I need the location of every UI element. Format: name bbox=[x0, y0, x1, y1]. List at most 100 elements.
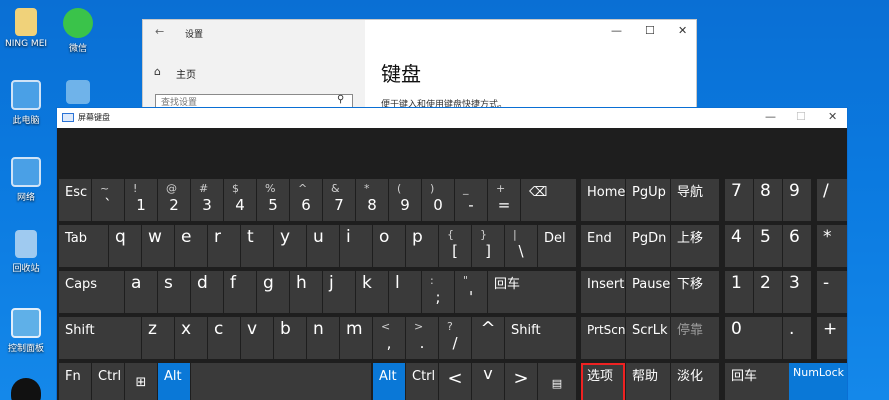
key-2[interactable]: @2 bbox=[158, 179, 190, 221]
search-icon[interactable]: ⚲ bbox=[337, 94, 344, 105]
key-9[interactable]: (9 bbox=[389, 179, 421, 221]
key-o[interactable]: o bbox=[373, 225, 405, 267]
key-5[interactable]: % 5 bbox=[257, 179, 289, 221]
key-4[interactable]: $4 bbox=[224, 179, 256, 221]
key-8[interactable]: * 8 bbox=[356, 179, 388, 221]
settings-minimize-button[interactable]: — bbox=[611, 24, 622, 37]
key-p[interactable]: p bbox=[406, 225, 438, 267]
key-h[interactable]: h bbox=[290, 271, 322, 313]
key-1[interactable]: ! 1 bbox=[125, 179, 157, 221]
key-right-alt[interactable]: Alt bbox=[373, 363, 405, 400]
key-num-add[interactable]: + bbox=[817, 317, 847, 359]
key-fn[interactable]: Fn bbox=[59, 363, 91, 400]
key-s[interactable]: s bbox=[158, 271, 190, 313]
key-right-shift[interactable]: Shift bbox=[505, 317, 576, 359]
home-icon[interactable]: ⌂ bbox=[154, 65, 161, 78]
key-7[interactable]: & 7 bbox=[323, 179, 355, 221]
key-num-subtract[interactable]: - bbox=[817, 271, 847, 313]
desktop-icon-upload[interactable] bbox=[52, 80, 104, 107]
key-menu[interactable]: ▤ bbox=[538, 363, 576, 400]
back-arrow-icon[interactable]: ← bbox=[155, 25, 164, 38]
key-num6[interactable]: 6 bbox=[783, 225, 811, 267]
key-f[interactable]: f bbox=[224, 271, 256, 313]
key-end[interactable]: End bbox=[581, 225, 625, 267]
key-scrlk[interactable]: ScrLk bbox=[626, 317, 670, 359]
key-q[interactable]: q bbox=[109, 225, 141, 267]
key-comma[interactable]: <, bbox=[373, 317, 405, 359]
key-g[interactable]: g bbox=[257, 271, 289, 313]
key-l[interactable]: l bbox=[389, 271, 421, 313]
key-home[interactable]: Home bbox=[581, 179, 625, 221]
key-v[interactable]: v bbox=[241, 317, 273, 359]
key-k[interactable]: k bbox=[356, 271, 388, 313]
key-pause[interactable]: Pause bbox=[626, 271, 670, 313]
key-options[interactable]: 选项 bbox=[581, 363, 625, 400]
key-right-bracket[interactable]: }] bbox=[472, 225, 504, 267]
key-left-ctrl[interactable]: Ctrl bbox=[92, 363, 124, 400]
key-up-arrow[interactable]: ^ bbox=[472, 317, 504, 359]
key-backslash[interactable]: | \ bbox=[505, 225, 537, 267]
key-t[interactable]: t bbox=[241, 225, 273, 267]
key-windows[interactable]: ⊞ bbox=[125, 363, 157, 400]
key-left-arrow[interactable]: < bbox=[439, 363, 471, 400]
key-i[interactable]: i bbox=[340, 225, 372, 267]
key-z[interactable]: z bbox=[142, 317, 174, 359]
key-backspace[interactable]: ⌫ bbox=[521, 179, 576, 221]
key-dock[interactable]: 停靠 bbox=[671, 317, 719, 359]
key-pgdn[interactable]: PgDn bbox=[626, 225, 670, 267]
key-num9[interactable]: 9 bbox=[783, 179, 811, 221]
key-right-arrow[interactable]: > bbox=[505, 363, 537, 400]
key-tab[interactable]: Tab bbox=[59, 225, 108, 267]
key-num2[interactable]: 2 bbox=[754, 271, 782, 313]
osk-maximize-button[interactable]: ☐ bbox=[796, 110, 806, 123]
key-0[interactable]: ) 0 bbox=[422, 179, 454, 221]
key-num-divide[interactable]: / bbox=[817, 179, 847, 221]
key-fade[interactable]: 淡化 bbox=[671, 363, 719, 400]
key-j[interactable]: j bbox=[323, 271, 355, 313]
osk-minimize-button[interactable]: — bbox=[765, 110, 776, 123]
desktop-icon-network[interactable]: 网络 bbox=[0, 157, 52, 203]
key-semicolon[interactable]: :; bbox=[422, 271, 454, 313]
key-period[interactable]: >. bbox=[406, 317, 438, 359]
key-c[interactable]: c bbox=[208, 317, 240, 359]
key-left-bracket[interactable]: {[ bbox=[439, 225, 471, 267]
key-down-arrow[interactable]: v bbox=[472, 363, 504, 400]
key-6[interactable]: ^ 6 bbox=[290, 179, 322, 221]
settings-home-link[interactable]: 主页 bbox=[176, 66, 196, 81]
key-minus[interactable]: _ - bbox=[455, 179, 487, 221]
key-num5[interactable]: 5 bbox=[754, 225, 782, 267]
key-backtick[interactable]: ~ ` bbox=[92, 179, 124, 221]
key-num3[interactable]: 3 bbox=[783, 271, 811, 313]
settings-maximize-button[interactable]: ☐ bbox=[645, 24, 655, 37]
key-m[interactable]: m bbox=[340, 317, 372, 359]
key-y[interactable]: y bbox=[274, 225, 306, 267]
key-num7[interactable]: 7 bbox=[725, 179, 753, 221]
desktop-icon-recycle-bin[interactable]: 回收站 bbox=[0, 230, 52, 274]
desktop-icon-control-panel[interactable]: 控制面板 bbox=[0, 308, 52, 354]
osk-titlebar[interactable]: 屏幕键盘 — ☐ ✕ bbox=[57, 108, 847, 128]
key-w[interactable]: w bbox=[142, 225, 174, 267]
key-pgup[interactable]: PgUp bbox=[626, 179, 670, 221]
key-3[interactable]: #3 bbox=[191, 179, 223, 221]
settings-close-button[interactable]: ✕ bbox=[678, 24, 687, 37]
key-num8[interactable]: 8 bbox=[754, 179, 782, 221]
key-x[interactable]: x bbox=[175, 317, 207, 359]
key-esc[interactable]: Esc bbox=[59, 179, 91, 221]
key-left-shift[interactable]: Shift bbox=[59, 317, 141, 359]
desktop-icon-qq[interactable] bbox=[0, 378, 52, 400]
key-right-ctrl[interactable]: Ctrl bbox=[406, 363, 438, 400]
key-slash[interactable]: ? / bbox=[439, 317, 471, 359]
key-enter[interactable]: 回车 bbox=[488, 271, 576, 313]
key-equal[interactable]: + = bbox=[488, 179, 520, 221]
key-move-up[interactable]: 上移 bbox=[671, 225, 719, 267]
key-numlock[interactable]: NumLock bbox=[789, 363, 847, 400]
desktop-icon-this-pc[interactable]: 此电脑 bbox=[0, 80, 52, 126]
key-r[interactable]: r bbox=[208, 225, 240, 267]
key-nav[interactable]: 导航 bbox=[671, 179, 719, 221]
key-a[interactable]: a bbox=[125, 271, 157, 313]
key-num-multiply[interactable]: * bbox=[817, 225, 847, 267]
key-caps[interactable]: Caps bbox=[59, 271, 124, 313]
key-d[interactable]: d bbox=[191, 271, 223, 313]
key-left-alt[interactable]: Alt bbox=[158, 363, 190, 400]
key-num-decimal[interactable]: . bbox=[783, 317, 811, 359]
